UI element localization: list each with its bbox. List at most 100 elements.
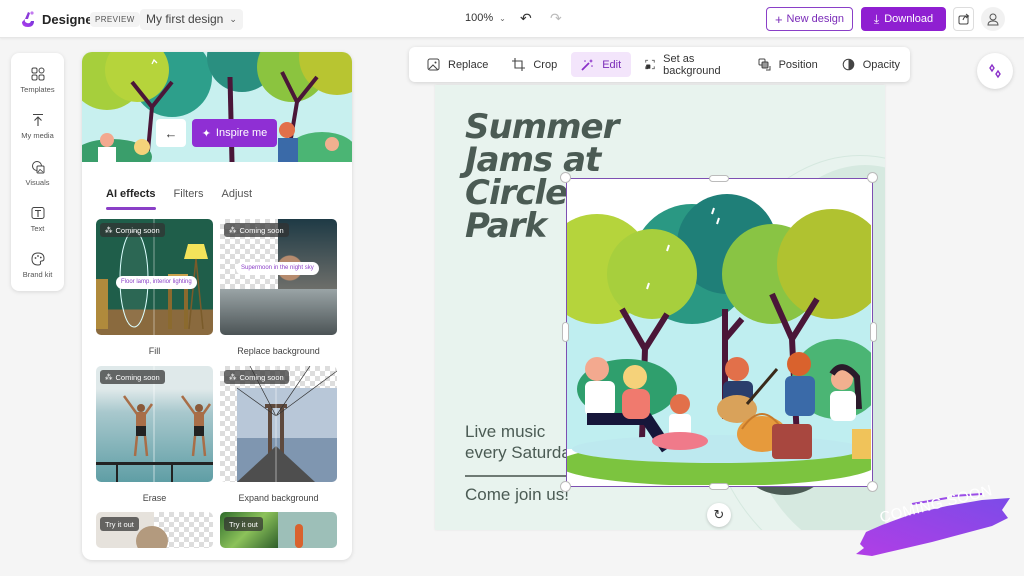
tab-filters[interactable]: Filters <box>174 188 204 206</box>
call-to-action-text[interactable]: Come join us! <box>465 485 569 505</box>
inspire-me-button[interactable]: ✦ Inspire me <box>192 119 277 147</box>
resize-handle-top[interactable] <box>709 175 729 182</box>
designer-logo-icon[interactable] <box>19 10 37 28</box>
download-button[interactable]: ⤓ Download <box>861 7 946 31</box>
badge-label: Coming soon <box>239 225 284 235</box>
replace-label: Replace <box>448 58 489 71</box>
share-button[interactable] <box>953 7 974 31</box>
hair-shape <box>136 526 168 548</box>
opacity-label: Opacity <box>862 58 900 71</box>
resize-handle-bottom-right[interactable] <box>867 481 878 492</box>
badge-label: Coming soon <box>115 372 160 382</box>
subheadline[interactable]: Live music every Saturday <box>465 421 579 463</box>
resize-handle-top-left[interactable] <box>560 172 571 183</box>
subheadline-line: every Saturday <box>465 443 580 462</box>
crop-button[interactable]: Crop <box>502 52 567 77</box>
resize-handle-left[interactable] <box>562 322 569 342</box>
resize-handle-right[interactable] <box>870 322 877 342</box>
account-icon <box>987 13 999 25</box>
undo-icon[interactable]: ↶ <box>520 10 532 27</box>
try-it-out-badge: Try it out <box>100 517 139 531</box>
panel-tabs: AI effects Filters Adjust <box>106 188 252 210</box>
crop-label: Crop <box>533 58 558 71</box>
replace-button[interactable]: Replace <box>417 52 498 77</box>
set-as-background-button[interactable]: Set as background <box>635 52 743 77</box>
fill-thumbnail: ⁂ Coming soon Floor lamp, interior lighti… <box>96 219 213 335</box>
subheadline-line: Live music <box>465 422 546 441</box>
sparkle-icon: ⁂ <box>229 225 237 235</box>
position-label: Position <box>778 58 818 71</box>
teal-background <box>278 512 337 548</box>
card-thumbnail: Try it out <box>220 512 337 548</box>
badge-label: Coming soon <box>115 225 160 235</box>
resize-handle-bottom-left[interactable] <box>560 481 571 492</box>
rail-label: Brand kit <box>22 270 53 279</box>
divider-line <box>465 475 575 477</box>
try-it-out-badge: Try it out <box>224 517 263 531</box>
effect-card-5[interactable]: Try it out <box>96 512 213 548</box>
ai-effects-panel: ← ✦ Inspire me AI effects Filters Adjust… <box>82 52 352 560</box>
effect-card-expand-background[interactable]: ⁂ Coming soon Expand background <box>220 366 337 503</box>
flamingo-shape <box>295 524 303 548</box>
rail-label: My media <box>21 131 54 140</box>
hero-image: ← ✦ Inspire me <box>82 52 352 162</box>
rail-item-my-media[interactable]: My media <box>11 109 64 149</box>
arrow-left-icon: ← <box>164 125 178 141</box>
badge-label: Try it out <box>105 519 134 529</box>
copilot-button[interactable] <box>977 53 1013 89</box>
zoom-dropdown[interactable]: 100% ⌄ <box>465 12 506 24</box>
resize-handle-top-right[interactable] <box>867 172 878 183</box>
sparkle-icon: ⁂ <box>105 225 113 235</box>
rotate-handle[interactable]: ↻ <box>707 503 731 527</box>
tab-adjust[interactable]: Adjust <box>221 188 252 206</box>
prompt-pill: Supermoon in the night sky <box>236 262 319 275</box>
prompt-pill: Floor lamp, interior lighting <box>116 276 197 289</box>
zoom-level-label: 100% <box>465 12 494 24</box>
effect-card-fill[interactable]: ⁂ Coming soon Floor lamp, interior lighti… <box>96 219 213 356</box>
sparkle-icon: ⁂ <box>229 372 237 382</box>
resize-handle-bottom[interactable] <box>709 483 729 490</box>
tab-ai-effects[interactable]: AI effects <box>106 188 156 210</box>
image-icon <box>427 58 440 71</box>
edit-button[interactable]: Edit <box>571 52 632 77</box>
new-design-button[interactable]: + New design <box>766 7 853 31</box>
image-context-toolbar: Replace Crop Edit Set as background Posi… <box>409 47 910 82</box>
top-bar: Designer PREVIEW My first design ⌄ 100% … <box>0 0 1024 38</box>
erase-thumbnail: ⁂ Coming soon <box>96 366 213 482</box>
crop-icon <box>512 58 526 71</box>
card-thumbnail: Try it out <box>96 512 213 548</box>
effect-card-replace-background[interactable]: ⁂ Coming soon Supermoon in the night sky … <box>220 219 337 356</box>
download-icon: ⤓ <box>873 11 880 26</box>
sparkle-icon: ✦ <box>201 127 211 140</box>
rail-item-brand-kit[interactable]: Brand kit <box>11 248 64 288</box>
visuals-icon <box>31 161 44 174</box>
design-name-dropdown[interactable]: My first design ⌄ <box>140 9 243 30</box>
text-icon <box>31 207 44 219</box>
coming-soon-badge: ⁂ Coming soon <box>224 223 289 237</box>
rail-item-text[interactable]: Text <box>11 202 64 242</box>
opacity-button[interactable]: Opacity <box>832 52 910 77</box>
terrace-photo <box>220 289 337 335</box>
position-button[interactable]: Position <box>748 52 828 77</box>
rail-item-visuals[interactable]: Visuals <box>11 156 64 196</box>
rail-label: Templates <box>20 85 55 94</box>
rotate-icon: ↻ <box>713 507 725 522</box>
rail-label: Visuals <box>25 178 50 187</box>
selected-image[interactable] <box>542 178 887 487</box>
card-label: Erase <box>142 493 167 503</box>
redo-icon[interactable]: ↷ <box>550 10 562 27</box>
plus-icon: + <box>774 11 783 27</box>
account-button[interactable] <box>981 7 1005 31</box>
share-icon <box>958 13 969 25</box>
card-label: Expand background <box>238 493 319 503</box>
magic-wand-icon <box>581 59 594 71</box>
set-background-icon <box>645 59 655 70</box>
upload-icon <box>32 113 43 126</box>
design-name-label: My first design <box>146 12 224 26</box>
back-button[interactable]: ← <box>156 119 186 147</box>
chevron-down-icon: ⌄ <box>229 14 237 24</box>
effect-card-erase[interactable]: ⁂ Coming soon Erase <box>96 366 213 503</box>
preview-badge: PREVIEW <box>90 12 140 27</box>
effect-card-6[interactable]: Try it out <box>220 512 337 548</box>
rail-item-templates[interactable]: Templates <box>11 63 64 103</box>
